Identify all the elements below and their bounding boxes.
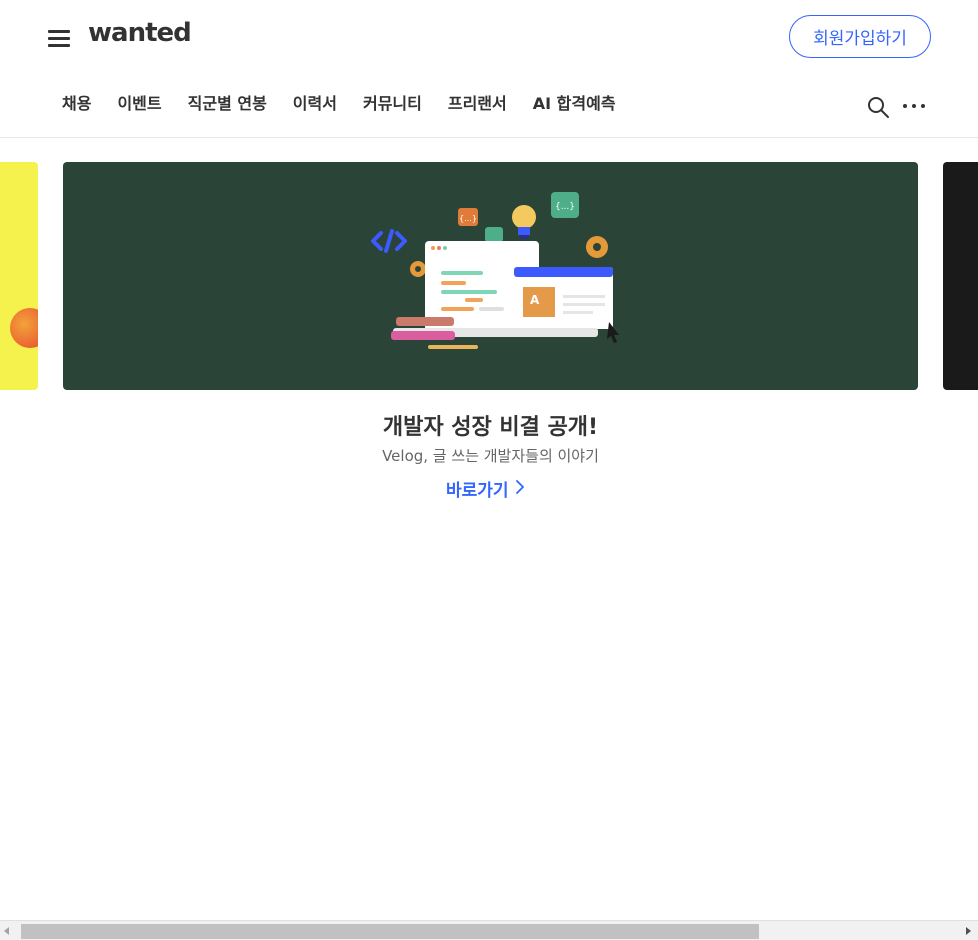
nav-item-resume[interactable]: 이력서: [293, 90, 337, 114]
developer-illustration: {...} {...} A: [371, 192, 619, 349]
more-dot: [921, 104, 925, 108]
pencil-icon: [428, 345, 478, 349]
menu-bar: [48, 44, 70, 47]
site-header: wanted 회원가입하기 채용 이벤트 직군별 연봉 이력서 커뮤니티 프리랜…: [0, 0, 978, 138]
banner-link[interactable]: 바로가기: [446, 476, 524, 501]
scroll-left-icon[interactable]: [4, 927, 9, 935]
nav-item-community[interactable]: 커뮤니티: [363, 90, 422, 114]
code-brackets-icon: [371, 229, 407, 253]
wanted-logo[interactable]: wanted: [88, 18, 192, 48]
horizontal-scrollbar[interactable]: [0, 920, 978, 940]
svg-text:A: A: [530, 293, 540, 307]
carousel-next-slide[interactable]: [943, 162, 978, 390]
more-dot: [912, 104, 916, 108]
main-nav: 채용 이벤트 직군별 연봉 이력서 커뮤니티 프리랜서 AI 합격예측: [62, 90, 642, 114]
lightbulb-icon: [512, 205, 536, 239]
nav-item-freelancer[interactable]: 프리랜서: [448, 90, 507, 114]
carousel-banner[interactable]: {...} {...} A: [63, 162, 918, 390]
svg-text:{...}: {...}: [555, 202, 575, 212]
chevron-right-icon: [515, 479, 524, 499]
more-icon[interactable]: [903, 98, 925, 114]
nav-item-ai-prediction[interactable]: AI 합격예측: [533, 90, 616, 114]
orb-graphic: [10, 308, 38, 348]
carousel-prev-slide[interactable]: [0, 162, 38, 390]
signup-button[interactable]: 회원가입하기: [789, 15, 931, 58]
more-dot: [903, 104, 907, 108]
banner-subtitle: Velog, 글 쓰는 개발자들의 이야기: [382, 447, 599, 465]
book-icon: [396, 317, 454, 326]
svg-text:{...}: {...}: [459, 214, 477, 223]
nav-item-jobs[interactable]: 채용: [62, 90, 91, 114]
scrollbar-thumb[interactable]: [21, 924, 759, 939]
html-badge-icon: [485, 227, 503, 242]
scroll-right-icon[interactable]: [966, 927, 971, 935]
menu-icon[interactable]: [48, 28, 72, 48]
menu-bar: [48, 37, 70, 40]
banner-link-label: 바로가기: [446, 481, 509, 501]
nav-item-salary[interactable]: 직군별 연봉: [188, 90, 267, 114]
menu-bar: [48, 30, 70, 33]
search-icon[interactable]: [866, 95, 890, 119]
nav-item-events[interactable]: 이벤트: [117, 90, 161, 114]
banner-title: 개발자 성장 비결 공개!: [382, 415, 599, 440]
